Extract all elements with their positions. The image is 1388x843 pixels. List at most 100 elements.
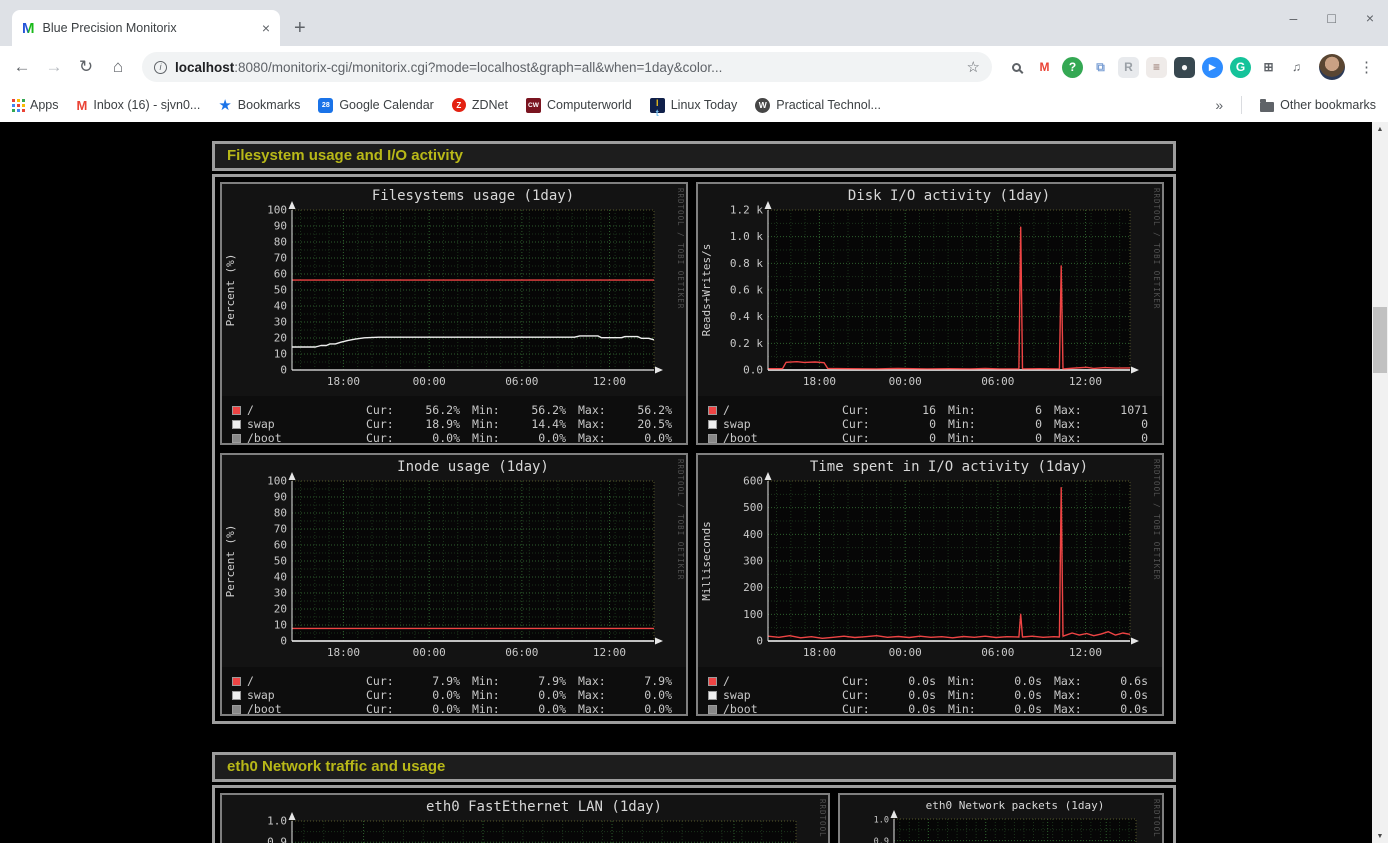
chart-panel[interactable]: Inode usage (1day)Percent (%)01020304050… bbox=[220, 453, 688, 716]
forward-button[interactable]: → bbox=[40, 53, 68, 81]
chart-panel[interactable]: Time spent in I/O activity (1day) Millise… bbox=[696, 453, 1164, 716]
back-button[interactable]: ← bbox=[8, 53, 36, 81]
legend-stat-max: Max:0.0% bbox=[578, 688, 672, 702]
url-text[interactable]: localhost:8080/monitorix-cgi/monitorix.c… bbox=[175, 60, 959, 75]
legend-swatch bbox=[232, 420, 241, 429]
rrd-graph[interactable]: eth0 Network packets (1day)Packets/s0.00… bbox=[840, 795, 1162, 843]
bookmark-item[interactable]: CWComputerworld bbox=[526, 98, 632, 113]
svg-text:1.0: 1.0 bbox=[267, 815, 287, 828]
legend-swatch bbox=[232, 434, 241, 443]
bookmark-label: Inbox (16) - sjvn0... bbox=[93, 98, 200, 112]
legend-series-name: /boot bbox=[247, 702, 357, 716]
svg-text:00:00: 00:00 bbox=[413, 646, 446, 659]
legend-stat-max: Max:0.0s bbox=[1054, 688, 1148, 702]
bookmark-star-icon[interactable]: ☆ bbox=[967, 58, 980, 76]
legend-stat-cur: Cur:56.2% bbox=[366, 403, 460, 417]
svg-text:60: 60 bbox=[274, 539, 287, 552]
legend-stat-max: Max:0.0% bbox=[578, 702, 672, 716]
rrd-graph[interactable]: Filesystems usage (1day)Percent (%)01020… bbox=[222, 184, 686, 396]
scrollbar-thumb[interactable] bbox=[1373, 307, 1387, 373]
window-close-button[interactable]: × bbox=[1366, 10, 1374, 26]
legend-stat-max: Max:0 bbox=[1054, 431, 1148, 445]
bookmark-item[interactable]: ltLinux Today bbox=[650, 98, 738, 113]
bookmarks-overflow-chevron[interactable]: » bbox=[1215, 97, 1223, 113]
chart-title: Time spent in I/O activity (1day) bbox=[810, 459, 1088, 475]
section-header: Filesystem usage and I/O activity bbox=[212, 141, 1176, 171]
legend-series-name: / bbox=[723, 403, 833, 417]
zdnet-icon: Z bbox=[452, 98, 466, 112]
tab-close-icon[interactable]: × bbox=[262, 20, 270, 36]
profile-avatar[interactable] bbox=[1319, 54, 1345, 80]
scrollbar[interactable]: ▲ ▼ bbox=[1372, 122, 1388, 843]
svg-text:500: 500 bbox=[743, 501, 763, 514]
legend-stat-cur: Cur:0.0% bbox=[366, 688, 460, 702]
r-extension-icon[interactable]: R bbox=[1118, 57, 1139, 78]
browser-tab[interactable]: M Blue Precision Monitorix × bbox=[12, 10, 280, 46]
rrd-graph[interactable]: Time spent in I/O activity (1day) Millise… bbox=[698, 455, 1162, 667]
calendar-icon: 28 bbox=[318, 98, 333, 113]
pages-extension-icon[interactable]: ⧉ bbox=[1090, 57, 1111, 78]
legend-stat-min: Min:7.9% bbox=[472, 674, 566, 688]
legend-series-name: / bbox=[247, 674, 357, 688]
extensions-puzzle-icon[interactable]: ⊞ bbox=[1258, 57, 1279, 78]
new-tab-button[interactable]: + bbox=[294, 17, 306, 40]
svg-text:00:00: 00:00 bbox=[889, 646, 922, 659]
window-minimize-button[interactable]: – bbox=[1290, 10, 1298, 26]
zoom-camera-extension-icon[interactable]: ► bbox=[1202, 57, 1223, 78]
scroll-up-arrow[interactable]: ▲ bbox=[1372, 122, 1388, 136]
svg-text:18:00: 18:00 bbox=[803, 375, 836, 388]
bookmark-item[interactable]: 28Google Calendar bbox=[318, 98, 434, 113]
legend-swatch bbox=[232, 691, 241, 700]
chart-panel[interactable]: Filesystems usage (1day)Percent (%)01020… bbox=[220, 182, 688, 445]
legend-row: /bootCur:0.0%Min:0.0%Max:0.0% bbox=[232, 702, 686, 716]
bookmark-item[interactable]: Apps bbox=[12, 98, 59, 112]
svg-text:20: 20 bbox=[274, 332, 287, 345]
address-bar[interactable]: i localhost:8080/monitorix-cgi/monitorix… bbox=[142, 52, 992, 82]
legend-stat-max: Max:1071 bbox=[1054, 403, 1148, 417]
grammarly-extension-icon[interactable]: G bbox=[1230, 57, 1251, 78]
svg-text:100: 100 bbox=[267, 204, 287, 217]
svg-text:1.0 k: 1.0 k bbox=[730, 230, 763, 243]
legend-stat-cur: Cur:0.0% bbox=[366, 702, 460, 716]
svg-text:50: 50 bbox=[274, 284, 287, 297]
y-axis-label: Milliseconds bbox=[700, 521, 713, 600]
legend-swatch bbox=[232, 705, 241, 714]
browser-menu-icon[interactable]: ⋮ bbox=[1353, 58, 1380, 76]
svg-text:0: 0 bbox=[756, 635, 763, 648]
home-button[interactable]: ⌂ bbox=[104, 53, 132, 81]
legend-swatch bbox=[708, 406, 717, 415]
svg-text:06:00: 06:00 bbox=[505, 646, 538, 659]
legend-stat-max: Max:0 bbox=[1054, 417, 1148, 431]
svg-text:400: 400 bbox=[743, 528, 763, 541]
voice-extension-icon[interactable]: ? bbox=[1062, 57, 1083, 78]
other-bookmarks[interactable]: Other bookmarks bbox=[1260, 98, 1376, 112]
chart-legend: /Cur:16Min:6Max:1071swapCur:0Min:0Max:0/… bbox=[698, 401, 1162, 445]
chart-panel[interactable]: Disk I/O activity (1day)Reads+Writes/s0.… bbox=[696, 182, 1164, 445]
rrd-graph[interactable]: Inode usage (1day)Percent (%)01020304050… bbox=[222, 455, 686, 667]
playlist-extension-icon[interactable]: ♫ bbox=[1286, 57, 1307, 78]
scroll-down-arrow[interactable]: ▼ bbox=[1372, 829, 1388, 843]
legend-stat-cur: Cur:0 bbox=[842, 431, 936, 445]
bookmark-item[interactable]: WPractical Technol... bbox=[755, 98, 881, 113]
gmail-extension-icon[interactable]: M bbox=[1034, 57, 1055, 78]
stack-extension-icon[interactable]: ≡ bbox=[1146, 57, 1167, 78]
rrd-graph[interactable]: Disk I/O activity (1day)Reads+Writes/s0.… bbox=[698, 184, 1162, 396]
search-extension-icon[interactable] bbox=[1006, 57, 1027, 78]
bookmark-item[interactable]: ZZDNet bbox=[452, 98, 508, 112]
bookmark-item[interactable]: ★Bookmarks bbox=[218, 96, 300, 114]
svg-text:0.9: 0.9 bbox=[874, 837, 889, 843]
chart-panel[interactable]: eth0 FastEthernet LAN (1day)0.00.10.20.3… bbox=[220, 793, 830, 843]
legend-series-name: /boot bbox=[247, 431, 357, 445]
legend-stat-min: Min:6 bbox=[948, 403, 1042, 417]
flashlight-extension-icon[interactable]: ● bbox=[1174, 57, 1195, 78]
bookmarks-bar: Apps MInbox (16) - sjvn0... ★Bookmarks 28Go… bbox=[0, 88, 1388, 122]
svg-text:0.6 k: 0.6 k bbox=[730, 284, 763, 297]
svg-text:18:00: 18:00 bbox=[327, 375, 360, 388]
rrd-graph[interactable]: eth0 FastEthernet LAN (1day)0.00.10.20.3… bbox=[222, 795, 828, 843]
chart-panel[interactable]: eth0 Network packets (1day)Packets/s0.00… bbox=[838, 793, 1164, 843]
window-maximize-button[interactable]: □ bbox=[1327, 10, 1335, 26]
bookmark-item[interactable]: MInbox (16) - sjvn0... bbox=[77, 98, 201, 113]
site-info-icon[interactable]: i bbox=[154, 61, 167, 74]
legend-row: /bootCur:0Min:0Max:0 bbox=[708, 431, 1162, 445]
reload-button[interactable]: ↻ bbox=[72, 53, 100, 81]
